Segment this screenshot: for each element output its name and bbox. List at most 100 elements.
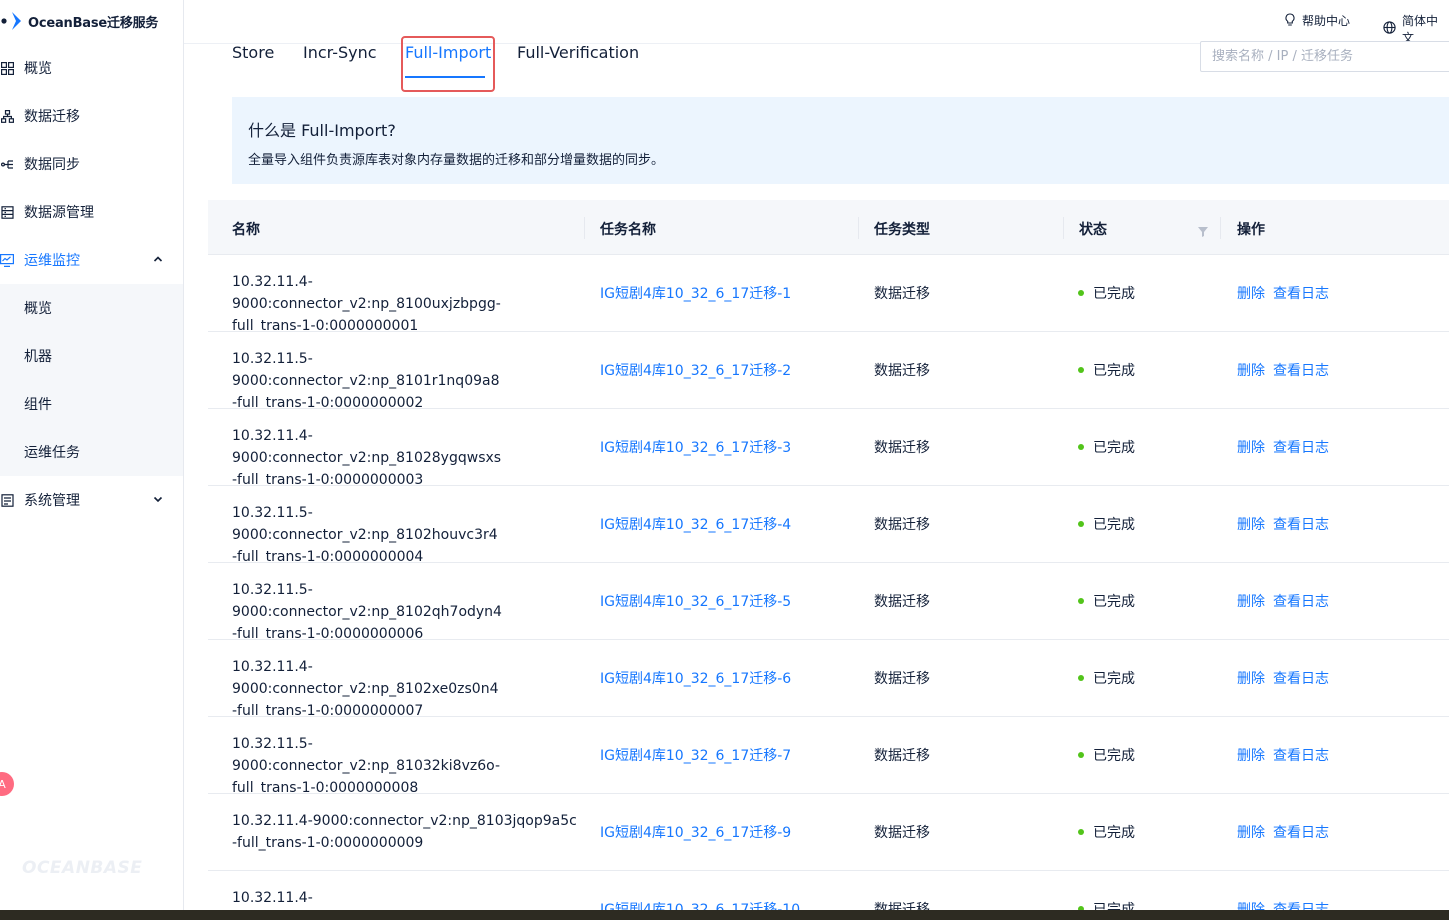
task-type: 数据迁移 [874, 594, 930, 610]
filter-icon[interactable] [1198, 222, 1208, 237]
sidebar-item-label: 数据同步 [24, 157, 80, 173]
table-header: 名称 任务名称 任务类型 状态 操作 [208, 200, 1449, 255]
task-name-link[interactable]: IG短剧4库10_32_6_17迁移-2 [600, 360, 791, 380]
status-dot-icon [1078, 521, 1084, 527]
component-name-line: 10.32.11.5-9000:connector_v2:np_81032ki8… [232, 736, 501, 774]
brand-watermark: OCEANBASE [22, 858, 143, 878]
tab-incr-sync[interactable]: Incr-Sync [303, 43, 377, 62]
delete-button[interactable]: 删除 [1237, 668, 1265, 688]
table-row: 10.32.11.5-9000:connector_v2:np_8102qh7o… [208, 563, 1449, 642]
task-name-link[interactable]: IG短剧4库10_32_6_17迁移-1 [600, 283, 791, 303]
status-dot-icon [1078, 675, 1084, 681]
delete-button[interactable]: 删除 [1237, 745, 1265, 765]
status-badge: 已完成 [1078, 437, 1135, 457]
tab-store[interactable]: Store [232, 43, 274, 62]
status-dot-icon [1078, 829, 1084, 835]
app-logo[interactable]: OceanBase迁移服务 [0, 6, 158, 36]
task-name-link[interactable]: IG短剧4库10_32_6_17迁移-5 [600, 591, 791, 611]
status-text: 已完成 [1093, 594, 1135, 610]
task-name-link[interactable]: IG短剧4库10_32_6_17迁移-6 [600, 668, 791, 688]
oceanbase-logo-icon [0, 9, 24, 33]
sidebar-item-system-management[interactable]: 系统管理 [0, 480, 183, 520]
sidebar-item-label: 数据源管理 [24, 205, 94, 221]
search-input[interactable] [1200, 41, 1449, 72]
column-divider [1063, 217, 1064, 239]
column-header-actions: 操作 [1237, 222, 1265, 238]
monitor-icon [0, 253, 14, 267]
task-type: 数据迁移 [874, 363, 930, 379]
task-type: 数据迁移 [874, 440, 930, 456]
status-dot-icon [1078, 598, 1084, 604]
status-badge: 已完成 [1078, 360, 1135, 380]
chevron-up-icon [151, 252, 165, 266]
component-name-line: 10.32.11.5-9000:connector_v2:np_8101r1nq… [232, 351, 500, 389]
view-log-button[interactable]: 查看日志 [1273, 822, 1329, 842]
submenu-item-components[interactable]: 组件 [24, 384, 52, 424]
view-log-button[interactable]: 查看日志 [1273, 668, 1329, 688]
desktop-background-strip [0, 910, 1449, 920]
table-row: 10.32.11.5-9000:connector_v2:np_8101r1nq… [208, 332, 1449, 411]
task-name-link[interactable]: IG短剧4库10_32_6_17迁移-3 [600, 437, 791, 457]
task-name-link[interactable]: IG短剧4库10_32_6_17迁移-7 [600, 745, 791, 765]
user-avatar[interactable]: A [0, 772, 14, 796]
task-type: 数据迁移 [874, 825, 930, 841]
view-log-button[interactable]: 查看日志 [1273, 745, 1329, 765]
component-name: 10.32.11.4-9000:connector_v2:np_8103jqop… [232, 810, 577, 854]
component-name: 10.32.11.5-9000:connector_v2:np_8102qh7o… [232, 579, 577, 645]
delete-button[interactable]: 删除 [1237, 591, 1265, 611]
table-row: 10.32.11.4-9000:connector_v2:np_81028ygq… [208, 409, 1449, 488]
task-name-link[interactable]: IG短剧4库10_32_6_17迁移-4 [600, 514, 791, 534]
settings-panel-icon [0, 493, 14, 507]
status-dot-icon [1078, 752, 1084, 758]
help-center-link[interactable]: 帮助中心 [1284, 12, 1350, 29]
status-text: 已完成 [1093, 748, 1135, 764]
status-badge: 已完成 [1078, 822, 1135, 842]
column-header-type: 任务类型 [874, 222, 930, 238]
sidebar-item-label: 运维监控 [24, 253, 80, 269]
submenu-item-machines[interactable]: 机器 [24, 336, 52, 376]
column-header-status: 状态 [1079, 222, 1107, 238]
sync-branch-icon [0, 157, 14, 171]
sidebar-item-ops-monitor[interactable]: 运维监控 [0, 240, 183, 280]
submenu-item-overview[interactable]: 概览 [24, 288, 52, 328]
grid-icon [0, 61, 14, 75]
component-name-line: 10.32.11.5-9000:connector_v2:np_8102houv… [232, 505, 498, 543]
status-text: 已完成 [1093, 517, 1135, 533]
status-dot-icon [1078, 290, 1084, 296]
delete-button[interactable]: 删除 [1237, 283, 1265, 303]
component-name-line: 10.32.11.4-9000:connector_v2:np_81028ygq… [232, 428, 502, 466]
task-name-link[interactable]: IG短剧4库10_32_6_17迁移-9 [600, 822, 791, 842]
sidebar-item-data-migration[interactable]: 数据迁移 [0, 96, 183, 136]
database-icon [0, 205, 14, 219]
sidebar-item-label: 数据迁移 [24, 109, 80, 125]
status-badge: 已完成 [1078, 514, 1135, 534]
column-header-task: 任务名称 [600, 222, 656, 238]
info-description: 全量导入组件负责源库表对象内存量数据的迁移和部分增量数据的同步。 [248, 153, 665, 168]
view-log-button[interactable]: 查看日志 [1273, 514, 1329, 534]
component-name: 10.32.11.4-9000:connector_v2:np_8100uxjz… [232, 271, 577, 337]
status-badge: 已完成 [1078, 283, 1135, 303]
component-name-line: 10.32.11.4-9000:connector_v2:np_8103jqop… [232, 813, 577, 829]
task-type: 数据迁移 [874, 671, 930, 687]
chevron-down-icon [151, 492, 165, 506]
sidebar-item-overview[interactable]: 概览 [0, 48, 183, 88]
view-log-button[interactable]: 查看日志 [1273, 360, 1329, 380]
view-log-button[interactable]: 查看日志 [1273, 437, 1329, 457]
status-dot-icon [1078, 367, 1084, 373]
delete-button[interactable]: 删除 [1237, 360, 1265, 380]
sidebar-item-data-sync[interactable]: 数据同步 [0, 144, 183, 184]
delete-button[interactable]: 删除 [1237, 437, 1265, 457]
table-row: 10.32.11.4-9000:connector_v2:np_8103jqop… [208, 794, 1449, 871]
sidebar-item-datasource[interactable]: 数据源管理 [0, 192, 183, 232]
app-title: OceanBase迁移服务 [28, 15, 159, 31]
submenu-item-ops-tasks[interactable]: 运维任务 [24, 432, 80, 472]
component-name-line: 10.32.11.5-9000:connector_v2:np_8102qh7o… [232, 582, 502, 620]
delete-button[interactable]: 删除 [1237, 822, 1265, 842]
view-log-button[interactable]: 查看日志 [1273, 591, 1329, 611]
status-badge: 已完成 [1078, 591, 1135, 611]
status-text: 已完成 [1093, 363, 1135, 379]
view-log-button[interactable]: 查看日志 [1273, 283, 1329, 303]
tab-full-verification[interactable]: Full-Verification [517, 43, 639, 62]
delete-button[interactable]: 删除 [1237, 514, 1265, 534]
sidebar: OceanBase迁移服务 概览 数据迁移 数据同步 数据源管理 运维监控 概览… [0, 0, 184, 920]
